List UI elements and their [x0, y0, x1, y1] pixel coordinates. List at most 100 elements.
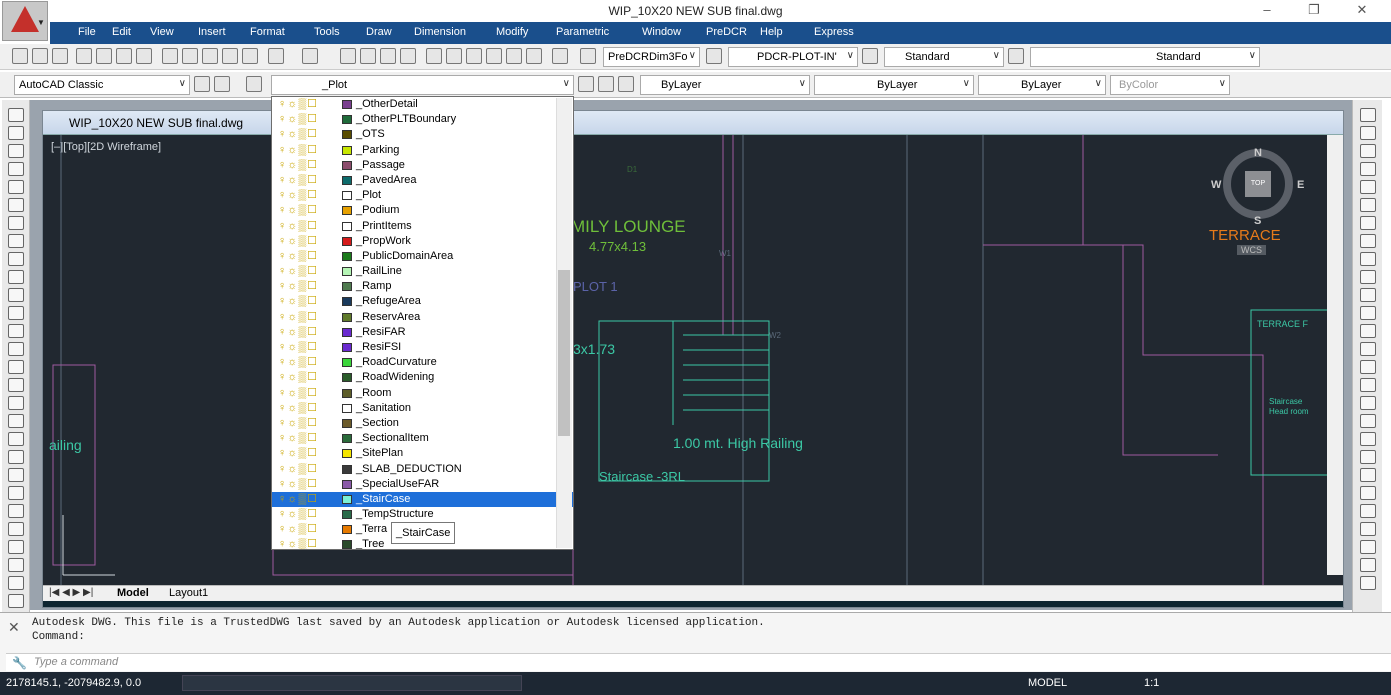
viewcube-top[interactable]: TOP: [1245, 171, 1271, 197]
modify-tool-icon[interactable]: [1360, 414, 1376, 428]
draw-tool-icon[interactable]: [8, 342, 24, 356]
layer-list-item[interactable]: ♀☼▒☐ _ReservArea: [272, 310, 573, 325]
draw-tool-icon[interactable]: [8, 468, 24, 482]
layer-state-icons[interactable]: ♀☼▒☐: [278, 522, 318, 537]
viewcube-east[interactable]: E: [1297, 179, 1304, 191]
linetype-select[interactable]: ByLayer ∨: [814, 75, 974, 95]
layer-state-icons[interactable]: ♀☼▒☐: [278, 203, 318, 218]
layer-state-icon[interactable]: [618, 76, 634, 92]
layer-state-icons[interactable]: ♀☼▒☐: [278, 127, 318, 142]
layer-state-icons[interactable]: ♀☼▒☐: [278, 294, 318, 309]
model-space-button[interactable]: MODEL: [1028, 677, 1067, 689]
modify-tool-icon[interactable]: [1360, 306, 1376, 320]
draw-tool-icon[interactable]: [8, 180, 24, 194]
modify-tool-icon[interactable]: [1360, 162, 1376, 176]
layer-state-icons[interactable]: ♀☼▒☐: [278, 492, 318, 507]
color-select[interactable]: ByLayer ∨: [640, 75, 810, 95]
draw-tool-icon[interactable]: [8, 522, 24, 536]
autocad-app-menu-button[interactable]: ▼: [2, 1, 48, 41]
menu-window[interactable]: Window: [642, 26, 681, 38]
match-properties-icon[interactable]: [242, 48, 258, 64]
modify-tool-icon[interactable]: [1360, 216, 1376, 230]
layer-list-item[interactable]: ♀☼▒☐ _RoadWidening: [272, 370, 573, 385]
modify-tool-icon[interactable]: [1360, 540, 1376, 554]
layer-list-item[interactable]: ♀☼▒☐ _Plot: [272, 188, 573, 203]
draw-tool-icon[interactable]: [8, 324, 24, 338]
layer-list-item[interactable]: ♀☼▒☐ _Section: [272, 416, 573, 431]
help-icon[interactable]: [552, 48, 568, 64]
drafting-toggles[interactable]: [182, 675, 522, 691]
menu-predcr[interactable]: PreDCR: [706, 26, 747, 38]
menu-insert[interactable]: Insert: [198, 26, 226, 38]
copy-icon[interactable]: [182, 48, 198, 64]
workspace-select[interactable]: AutoCAD Classic ∨: [14, 75, 190, 95]
draw-tool-icon[interactable]: [8, 576, 24, 590]
layer-list-item[interactable]: ♀☼▒☐ _OTS: [272, 127, 573, 142]
draw-tool-icon[interactable]: [8, 378, 24, 392]
modify-tool-icon[interactable]: [1360, 288, 1376, 302]
draw-tool-icon[interactable]: [8, 594, 24, 608]
modify-tool-icon[interactable]: [1360, 324, 1376, 338]
draw-tool-icon[interactable]: [8, 414, 24, 428]
dimstyle-icon[interactable]: [706, 48, 722, 64]
modify-tool-icon[interactable]: [1360, 270, 1376, 284]
draw-tool-icon[interactable]: [8, 126, 24, 140]
layer-state-icons[interactable]: ♀☼▒☐: [278, 234, 318, 249]
layer-list-item[interactable]: ♀☼▒☐ _Room: [272, 386, 573, 401]
close-button[interactable]: ✕: [1342, 2, 1382, 20]
layer-state-icons[interactable]: ♀☼▒☐: [278, 325, 318, 340]
lineweight-select[interactable]: ByLayer ∨: [978, 75, 1106, 95]
layer-list-item[interactable]: ♀☼▒☐ _RoadCurvature: [272, 355, 573, 370]
layer-state-icons[interactable]: ♀☼▒☐: [278, 173, 318, 188]
modify-tool-icon[interactable]: [1360, 126, 1376, 140]
zoom-realtime-icon[interactable]: [360, 48, 376, 64]
draw-tool-icon[interactable]: [8, 108, 24, 122]
plotstyle-select[interactable]: PDCR-PLOT-IN' ∨: [728, 47, 858, 67]
draw-tool-icon[interactable]: [8, 540, 24, 554]
layer-state-icons[interactable]: ♀☼▒☐: [278, 264, 318, 279]
layer-state-icons[interactable]: ♀☼▒☐: [278, 401, 318, 416]
sheet-set-icon[interactable]: [486, 48, 502, 64]
draw-tool-icon[interactable]: [8, 396, 24, 410]
tab-model[interactable]: Model: [117, 587, 149, 599]
new-icon[interactable]: [12, 48, 28, 64]
modify-tool-icon[interactable]: [1360, 234, 1376, 248]
layer-list-item[interactable]: ♀☼▒☐ _Ramp: [272, 279, 573, 294]
layer-list-item[interactable]: ♀☼▒☐ _SitePlan: [272, 446, 573, 461]
layer-state-icons[interactable]: ♀☼▒☐: [278, 158, 318, 173]
viewcube-west[interactable]: W: [1211, 179, 1221, 191]
redo-icon[interactable]: [302, 48, 318, 64]
draw-tool-icon[interactable]: [8, 270, 24, 284]
draw-tool-icon[interactable]: [8, 504, 24, 518]
layer-state-icons[interactable]: ♀☼▒☐: [278, 416, 318, 431]
menu-format[interactable]: Format: [250, 26, 285, 38]
properties-icon[interactable]: [426, 48, 442, 64]
draw-tool-icon[interactable]: [8, 198, 24, 212]
modify-tool-icon[interactable]: [1360, 558, 1376, 572]
dimstyle-select[interactable]: PreDCRDim3Fo ∨: [603, 47, 700, 67]
text-style-icon[interactable]: [580, 48, 596, 64]
modify-tool-icon[interactable]: [1360, 468, 1376, 482]
mleader-style-icon[interactable]: [1008, 48, 1024, 64]
draw-tool-icon[interactable]: [8, 216, 24, 230]
layer-list-item[interactable]: ♀☼▒☐ _OtherDetail: [272, 97, 573, 112]
minimize-button[interactable]: –: [1247, 2, 1287, 20]
layer-list-item[interactable]: ♀☼▒☐ _RailLine: [272, 264, 573, 279]
command-input[interactable]: Type a command: [34, 656, 118, 668]
draw-tool-icon[interactable]: [8, 432, 24, 446]
modify-tool-icon[interactable]: [1360, 342, 1376, 356]
modify-tool-icon[interactable]: [1360, 576, 1376, 590]
layer-list-item[interactable]: ♀☼▒☐ _Podium: [272, 203, 573, 218]
markup-icon[interactable]: [506, 48, 522, 64]
modify-tool-icon[interactable]: [1360, 144, 1376, 158]
draw-tool-icon[interactable]: [8, 162, 24, 176]
layer-state-icons[interactable]: ♀☼▒☐: [278, 355, 318, 370]
modify-tool-icon[interactable]: [1360, 252, 1376, 266]
layer-list-item[interactable]: ♀☼▒☐ _PropWork: [272, 234, 573, 249]
plotstyle-color-select[interactable]: ByColor ∨: [1110, 75, 1230, 95]
modify-tool-icon[interactable]: [1360, 180, 1376, 194]
layer-state-icons[interactable]: ♀☼▒☐: [278, 462, 318, 477]
menu-view[interactable]: View: [150, 26, 174, 38]
layer-state-icons[interactable]: ♀☼▒☐: [278, 370, 318, 385]
design-center-icon[interactable]: [446, 48, 462, 64]
